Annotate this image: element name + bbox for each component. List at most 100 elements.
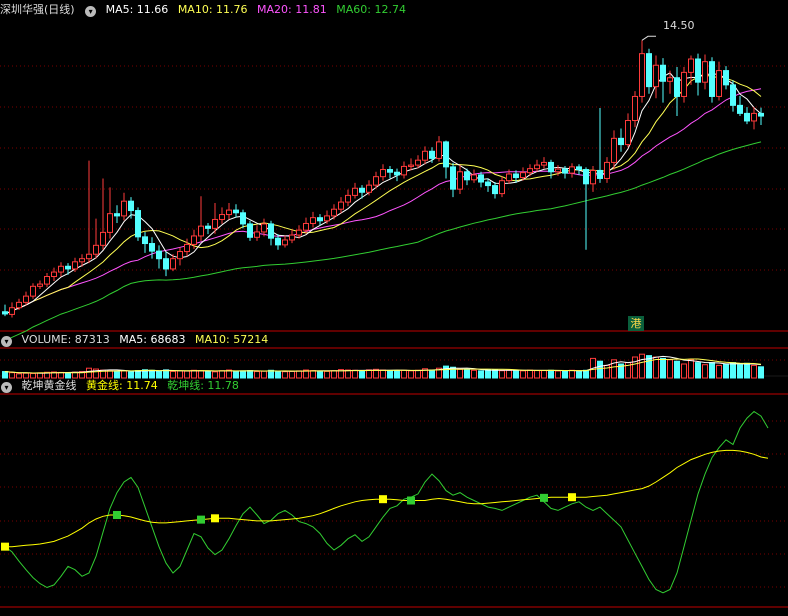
candle-body bbox=[548, 161, 554, 173]
candle-body bbox=[247, 223, 253, 238]
candle-body bbox=[499, 180, 505, 195]
candle-body bbox=[401, 165, 407, 176]
chart-canvas[interactable] bbox=[0, 0, 788, 616]
candle-body bbox=[632, 95, 638, 122]
candle-body bbox=[618, 137, 624, 146]
candle-body bbox=[555, 168, 561, 173]
volume-bar bbox=[758, 366, 764, 379]
candle-body bbox=[219, 214, 225, 220]
candle-body bbox=[569, 166, 575, 174]
volume-bar bbox=[86, 367, 92, 379]
candle-body bbox=[30, 285, 36, 297]
volume-bar bbox=[415, 369, 421, 379]
volume-bar bbox=[275, 370, 281, 379]
gold-cross-marker bbox=[1, 542, 9, 551]
candle-body bbox=[359, 187, 365, 193]
volume-bar bbox=[632, 356, 638, 379]
candle-body bbox=[324, 215, 330, 222]
stock-name: 深圳华强(日线) bbox=[0, 3, 75, 16]
qiankun-cross-marker bbox=[407, 496, 415, 505]
ma10-value: MA10: 11.76 bbox=[177, 3, 248, 16]
candle-body bbox=[352, 187, 358, 196]
volume-bar bbox=[177, 370, 183, 379]
candle-body bbox=[730, 84, 736, 106]
candle-body bbox=[681, 71, 687, 97]
candle-body bbox=[100, 231, 106, 246]
candle-body bbox=[737, 104, 743, 114]
candle-body bbox=[520, 172, 526, 179]
candle-body bbox=[478, 174, 484, 183]
volume-bar bbox=[576, 370, 582, 379]
candle-body bbox=[639, 53, 645, 97]
kline-chart-window[interactable]: 深圳华强(日线) ▾ MA5: 11.66 MA10: 11.76 MA20: … bbox=[0, 0, 788, 616]
candle-body bbox=[121, 200, 127, 217]
volume-bar bbox=[205, 370, 211, 379]
candle-body bbox=[72, 261, 78, 270]
volume-bar bbox=[247, 370, 253, 379]
volume-bar bbox=[562, 370, 568, 379]
candle-body bbox=[303, 222, 309, 231]
candle-body bbox=[149, 243, 155, 252]
volume-bar bbox=[471, 369, 477, 379]
qiankun-cross-marker bbox=[113, 511, 121, 520]
candle-body bbox=[464, 171, 470, 181]
candle-body bbox=[198, 225, 204, 237]
volume-bar bbox=[149, 369, 155, 379]
candle-body bbox=[541, 161, 547, 166]
candle-body bbox=[590, 169, 596, 185]
volume-bar bbox=[443, 365, 449, 379]
candle-body bbox=[366, 184, 372, 193]
volume-bar bbox=[240, 370, 246, 379]
candle-body bbox=[58, 265, 64, 273]
candle-body bbox=[660, 64, 666, 82]
candle-body bbox=[492, 185, 498, 195]
volume-bar bbox=[135, 370, 141, 379]
volume-bar bbox=[688, 359, 694, 379]
candle-body bbox=[534, 164, 540, 170]
gold-cross-marker bbox=[211, 514, 219, 523]
volume-value: VOLUME: 87313 bbox=[21, 333, 110, 346]
candle-body bbox=[457, 171, 463, 190]
candle-body bbox=[373, 176, 379, 186]
candle-body bbox=[625, 120, 631, 146]
candle-body bbox=[653, 64, 659, 88]
candle-body bbox=[317, 217, 323, 222]
candle-body bbox=[37, 283, 43, 287]
candle-body bbox=[93, 244, 99, 255]
candle-body bbox=[695, 58, 701, 83]
volume-bar bbox=[282, 371, 288, 379]
volume-bar bbox=[289, 370, 295, 379]
candle-body bbox=[380, 169, 386, 178]
max-price-pointer bbox=[641, 35, 656, 41]
panel-menu-icon[interactable]: ▾ bbox=[1, 382, 12, 393]
volume-bar bbox=[352, 369, 358, 379]
candle-body bbox=[387, 169, 393, 173]
gold-line-value: 黄金线: 11.74 bbox=[86, 379, 158, 392]
volume-bar bbox=[366, 369, 372, 379]
volume-bar bbox=[639, 353, 645, 379]
candle-body bbox=[9, 307, 15, 315]
candle-body bbox=[527, 168, 533, 174]
volume-bar bbox=[709, 362, 715, 379]
volume-bar bbox=[737, 364, 743, 379]
volume-bar bbox=[723, 363, 729, 379]
candle-body bbox=[240, 212, 246, 225]
volume-bar bbox=[261, 370, 267, 379]
volume-bar bbox=[485, 369, 491, 379]
candle-body bbox=[107, 213, 113, 233]
volume-panel-header: ▾ VOLUME: 87313 MA5: 68683 MA10: 57214 bbox=[0, 332, 274, 348]
volume-bar bbox=[702, 364, 708, 379]
gold-cross-marker bbox=[379, 495, 387, 504]
candle-body bbox=[506, 173, 512, 182]
candle-body bbox=[716, 70, 722, 97]
panel-menu-icon[interactable]: ▾ bbox=[1, 336, 12, 347]
gold-cross-marker bbox=[568, 493, 576, 502]
volume-bar bbox=[751, 364, 757, 379]
candle-body bbox=[751, 112, 757, 122]
candle-body bbox=[709, 61, 715, 97]
volume-ma5-value: MA5: 68683 bbox=[119, 333, 186, 346]
candle-body bbox=[128, 200, 134, 212]
panel-menu-icon[interactable]: ▾ bbox=[85, 6, 97, 17]
candle-body bbox=[114, 213, 120, 217]
port-badge: 港 bbox=[628, 316, 644, 331]
